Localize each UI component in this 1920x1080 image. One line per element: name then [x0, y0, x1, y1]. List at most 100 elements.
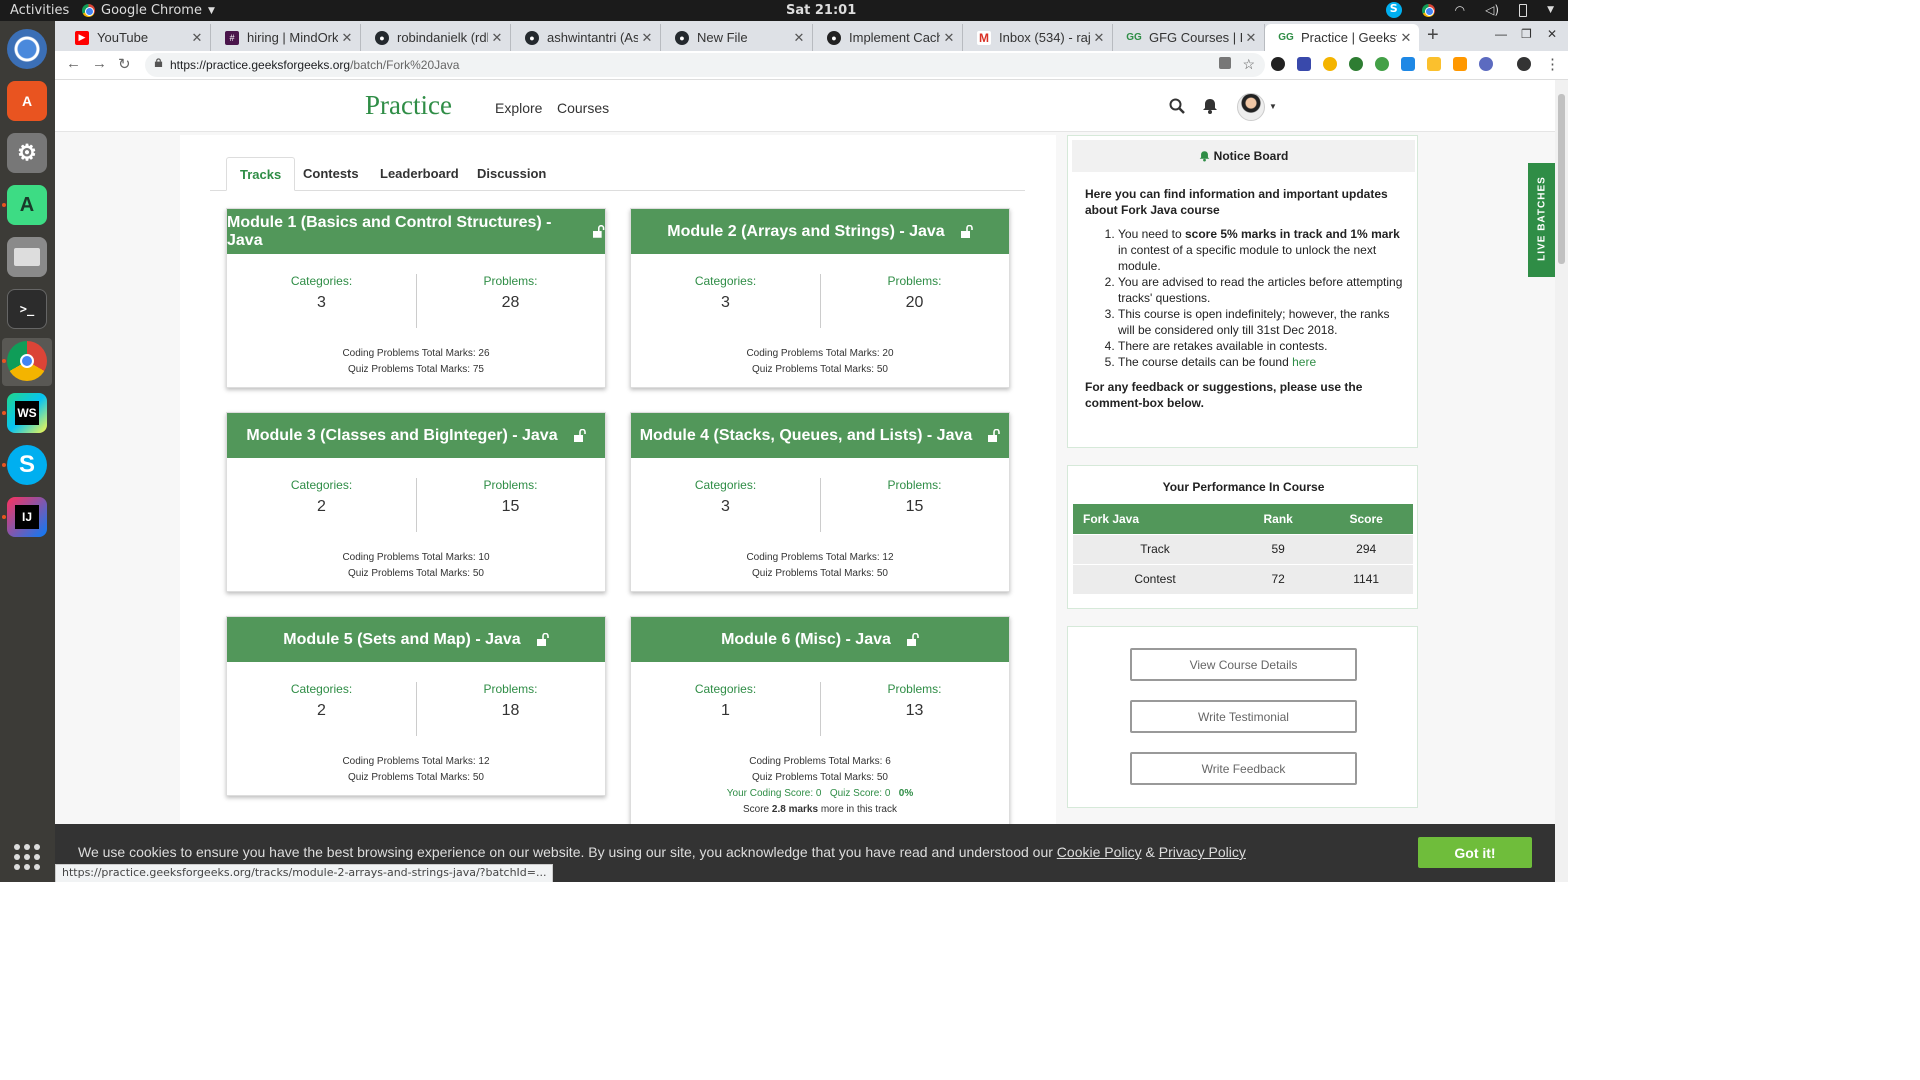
browser-tab[interactable]: ● Implement Cachi ✕	[813, 24, 963, 51]
module-header[interactable]: Module 6 (Misc) - Java	[631, 617, 1009, 662]
close-tab-icon[interactable]: ✕	[940, 30, 958, 46]
show-applications-icon[interactable]	[14, 844, 40, 870]
module-header[interactable]: Module 2 (Arrays and Strings) - Java	[631, 209, 1009, 254]
close-tab-icon[interactable]: ✕	[488, 30, 506, 46]
browser-tab[interactable]: M Inbox (534) - rajn ✕	[963, 24, 1113, 51]
extension-icon[interactable]	[1297, 57, 1311, 71]
write-testimonial-button[interactable]: Write Testimonial	[1130, 700, 1357, 733]
profile-icon[interactable]	[1517, 57, 1531, 71]
module-card[interactable]: Module 3 (Classes and BigInteger) - Java…	[226, 412, 606, 592]
app-menu[interactable]: Google Chrome ▼	[82, 3, 215, 18]
browser-tab[interactable]: ▶ YouTube ✕	[61, 24, 211, 51]
browser-tab[interactable]: ● ashwintantri (Asl ✕	[511, 24, 661, 51]
cookie-policy-link[interactable]: Cookie Policy	[1057, 844, 1142, 860]
tab-discussion[interactable]: Discussion	[464, 157, 559, 191]
close-tab-icon[interactable]: ✕	[188, 30, 206, 46]
bell-icon[interactable]	[1202, 98, 1218, 114]
browser-tab[interactable]: ● robindanielk (rdk ✕	[361, 24, 511, 51]
settings-gear-icon[interactable]: ⚙	[7, 133, 47, 173]
cookie-ampersand: &	[1145, 844, 1155, 860]
back-button[interactable]: ←	[66, 55, 81, 72]
module-card[interactable]: Module 1 (Basics and Control Structures)…	[226, 208, 606, 388]
close-window-button[interactable]: ✕	[1547, 27, 1557, 41]
write-feedback-button[interactable]: Write Feedback	[1130, 752, 1357, 785]
extension-icon[interactable]	[1375, 57, 1389, 71]
module-header[interactable]: Module 4 (Stacks, Queues, and Lists) - J…	[631, 413, 1009, 458]
extension-icon[interactable]	[1349, 57, 1363, 71]
tab-contests[interactable]: Contests	[290, 157, 372, 191]
system-tray[interactable]: S ◠ ◁) ▼	[1385, 2, 1554, 18]
module-card[interactable]: Module 6 (Misc) - Java Categories: 1 Prob…	[630, 616, 1010, 856]
close-tab-icon[interactable]: ✕	[338, 30, 356, 46]
clock[interactable]: Sat 21:01	[786, 3, 856, 18]
browser-tab[interactable]: GG GFG Courses | Pra ✕	[1113, 24, 1265, 51]
minimize-button[interactable]: —	[1495, 27, 1507, 41]
caret-down-icon[interactable]: ▼	[1269, 102, 1277, 111]
skype-tray-icon[interactable]: S	[1385, 2, 1402, 18]
activities-button[interactable]: Activities	[10, 3, 69, 18]
tab-tracks[interactable]: Tracks	[226, 157, 296, 191]
close-tab-icon[interactable]: ✕	[1397, 30, 1415, 46]
battery-icon[interactable]	[1519, 3, 1528, 17]
intellij-icon[interactable]: IJ	[7, 497, 47, 537]
tab-leaderboard[interactable]: Leaderboard	[367, 157, 472, 191]
module-header[interactable]: Module 3 (Classes and BigInteger) - Java	[227, 413, 605, 458]
extension-icon[interactable]	[1479, 57, 1493, 71]
chrome-tray-icon[interactable]	[1421, 3, 1435, 17]
privacy-policy-link[interactable]: Privacy Policy	[1159, 844, 1246, 860]
system-menu-icon[interactable]: ▼	[1547, 5, 1554, 15]
module-header[interactable]: Module 5 (Sets and Map) - Java	[227, 617, 605, 662]
notice-text: You need to	[1118, 227, 1182, 241]
nav-courses[interactable]: Courses	[557, 100, 609, 116]
tab-title: YouTube	[97, 30, 149, 45]
extension-icon[interactable]	[1323, 57, 1337, 71]
maximize-button[interactable]: ❐	[1521, 27, 1532, 41]
extension-icon[interactable]	[1427, 57, 1441, 71]
browser-tab-active[interactable]: GG Practice | Geeksfo ✕	[1265, 24, 1419, 51]
software-center-icon[interactable]: A	[7, 81, 47, 121]
module-card[interactable]: Module 2 (Arrays and Strings) - Java Cat…	[630, 208, 1010, 388]
skype-icon[interactable]: S	[7, 445, 47, 485]
avatar[interactable]	[1237, 93, 1265, 121]
module-card[interactable]: Module 4 (Stacks, Queues, and Lists) - J…	[630, 412, 1010, 592]
extension-icon[interactable]	[1271, 57, 1285, 71]
close-tab-icon[interactable]: ✕	[638, 30, 656, 46]
reload-button[interactable]: ↻	[118, 55, 131, 73]
terminal-icon[interactable]: >_	[7, 289, 47, 329]
close-tab-icon[interactable]: ✕	[1242, 30, 1260, 46]
view-course-details-button[interactable]: View Course Details	[1130, 648, 1357, 681]
extension-icon[interactable]	[1453, 57, 1467, 71]
nav-explore[interactable]: Explore	[495, 100, 542, 116]
new-tab-button[interactable]: +	[1427, 24, 1439, 47]
wifi-icon[interactable]: ◠	[1455, 3, 1465, 17]
chromium-launcher-icon[interactable]	[7, 29, 47, 69]
practice-logo[interactable]: Practice	[365, 90, 452, 121]
page-scrollbar[interactable]	[1555, 80, 1568, 882]
bookmark-star-icon[interactable]: ☆	[1242, 56, 1255, 73]
extension-icon[interactable]	[1401, 57, 1415, 71]
module-card[interactable]: Module 5 (Sets and Map) - Java Categorie…	[226, 616, 606, 796]
search-icon[interactable]	[1169, 98, 1185, 114]
volume-icon[interactable]: ◁)	[1485, 3, 1499, 17]
close-tab-icon[interactable]: ✕	[790, 30, 808, 46]
files-icon[interactable]	[7, 237, 47, 277]
forward-button[interactable]: →	[92, 55, 107, 72]
browser-tab[interactable]: # hiring | MindOrks ✕	[211, 24, 361, 51]
address-bar[interactable]: https://practice.geeksforgeeks.org/batch…	[145, 53, 1265, 77]
browser-tab[interactable]: ● New File ✕	[661, 24, 813, 51]
got-it-button[interactable]: Got it!	[1418, 837, 1532, 868]
site-header: Practice Explore Courses ▼	[55, 80, 1555, 132]
blocked-popup-icon[interactable]	[1219, 57, 1231, 69]
course-details-link[interactable]: here	[1292, 355, 1316, 369]
chrome-menu-icon[interactable]: ⋮	[1545, 55, 1560, 73]
android-studio-icon[interactable]: A	[7, 185, 47, 225]
chrome-launcher-icon[interactable]	[7, 341, 47, 381]
scrollbar-thumb[interactable]	[1558, 94, 1565, 264]
gmail-icon: M	[977, 30, 991, 45]
live-batches-tab[interactable]: LIVE BATCHES	[1528, 163, 1555, 277]
webstorm-icon[interactable]: WS	[7, 393, 47, 433]
module-header[interactable]: Module 1 (Basics and Control Structures)…	[227, 209, 605, 254]
categories-count: 2	[317, 498, 326, 515]
close-tab-icon[interactable]: ✕	[1090, 30, 1108, 46]
system-top-bar: Activities Google Chrome ▼ Sat 21:01 S ◠…	[0, 0, 1568, 21]
